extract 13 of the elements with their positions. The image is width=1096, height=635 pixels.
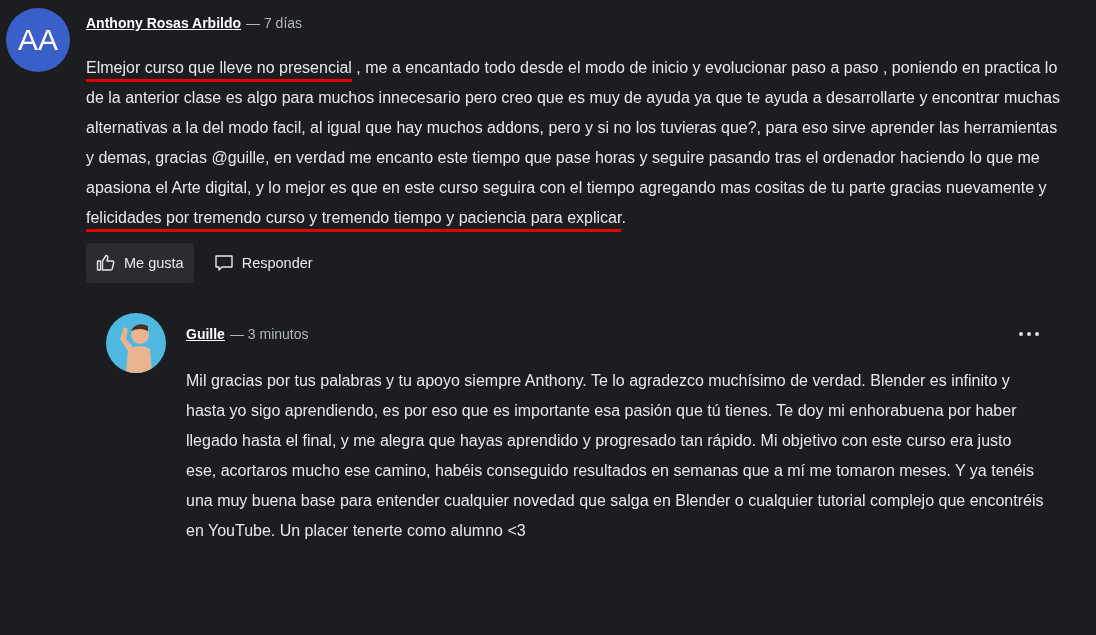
avatar xyxy=(106,313,166,373)
speech-bubble-icon xyxy=(213,253,234,273)
comment-text: Elmejor curso que lleve no presencial , me a encantado todo desde el modo de inicio y evolucionar paso a paso , poniendo en practica lo de la anterior clase es algo para muchos innecesario pero creo que es muy de ayuda ya que te ayuda a desarrollarte y encontrar muchas alternativas a la del modo facil, al igual que hay muchos addons, pero y si no los tuvieras que?, para eso sirve aprender las herramientas y demas, gracias @guille, en verdad me encanto este tiempo que pase horas y seguire pasando tras el ordenador haciendo lo que me apasiona el Arte digital, y lo mejor es que en este curso seguira con el tiempo agregando mas cositas de tu parte gracias nuevamente y felicidades por tremendo curso y tremendo tiempo y paciencia para explicar. xyxy=(86,53,1061,233)
reply-button[interactable]: Responder xyxy=(203,243,323,283)
timestamp: — 7 días xyxy=(246,15,303,31)
author-link[interactable]: Anthony Rosas Arbildo xyxy=(86,15,242,31)
author-link[interactable]: Guille xyxy=(186,326,225,342)
more-options-icon[interactable] xyxy=(1018,331,1040,337)
like-button[interactable]: Me gusta xyxy=(86,243,194,283)
reply-text: Mil gracias por tus palabras y tu apoyo siempre Anthony. Te lo agradezco muchísimo de verdad. Blender es infinito y hasta yo sigo aprendiendo, es por eso que es importante esa pasión que tú tienes. Te doy mi enhorabuena por haber llegado hasta el final, y me alegra que hayas aprendido y progresado tan rápido. Mi objetivo con este curso era justo ese, acortaros mucho ese camino, habéis conseguido resultados en semanas que a mí me tomaron meses. Y ya tenéis una muy buena base para entender cualquier novedad que salga en Blender o cualquier tutorial complejo que encontréis en YouTube. Un placer tenerte como alumno <3 xyxy=(186,371,1045,541)
thumbs-up-icon xyxy=(96,253,116,273)
timestamp: — 3 minutos xyxy=(229,326,309,342)
avatar: AA xyxy=(6,8,70,72)
